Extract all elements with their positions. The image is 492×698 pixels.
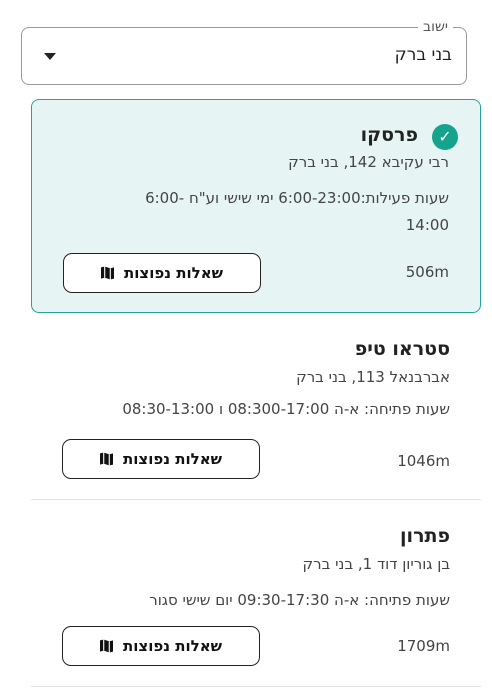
- store-hours: שעות פתיחה: א-ה 09:30-17:30 יום שישי סגו…: [149, 591, 450, 609]
- faq-button-label: שאלות נפוצות: [124, 264, 223, 282]
- divider: [31, 499, 481, 500]
- store-card[interactable]: פתרון בן גוריון דוד 1, בני ברק שעות פתיח…: [31, 517, 481, 687]
- store-name: פרסקו: [360, 124, 418, 146]
- map-icon: [100, 639, 113, 653]
- caret-down-icon[interactable]: [44, 53, 56, 60]
- city-select[interactable]: ישוב בני ברק: [21, 18, 467, 85]
- map-icon: [101, 266, 114, 280]
- store-address: בן גוריון דוד 1, בני ברק: [302, 555, 450, 573]
- faq-button[interactable]: שאלות נפוצות: [63, 253, 261, 293]
- store-address: אברבנאל 113, בני ברק: [296, 368, 450, 386]
- store-card[interactable]: סטראו טיפ אברבנאל 113, בני ברק שעות פתיח…: [31, 330, 481, 500]
- store-distance: 506m: [405, 263, 449, 281]
- city-select-label: ישוב: [418, 18, 453, 36]
- store-address: רבי עקיבא 142, בני ברק: [288, 153, 449, 171]
- faq-button-label: שאלות נפוצות: [123, 637, 222, 655]
- check-icon: ✓: [432, 124, 458, 150]
- city-select-value: בני ברק: [394, 45, 452, 65]
- store-hours: שעות פעילות:6:00-23:00 ימי שישי וע"ח -6:…: [145, 189, 449, 234]
- store-name: פתרון: [400, 525, 450, 547]
- store-card-selected[interactable]: ✓ פרסקו רבי עקיבא 142, בני ברק שעות פעיל…: [31, 99, 481, 313]
- store-name: סטראו טיפ: [354, 338, 450, 360]
- faq-button[interactable]: שאלות נפוצות: [62, 439, 260, 479]
- store-distance: 1709m: [397, 637, 450, 655]
- divider: [31, 686, 481, 687]
- store-distance: 1046m: [397, 452, 450, 470]
- store-hours: שעות פתיחה: א-ה 08:300-17:00 ו 08:30-13:…: [122, 400, 450, 418]
- faq-button[interactable]: שאלות נפוצות: [62, 626, 260, 666]
- faq-button-label: שאלות נפוצות: [123, 450, 222, 468]
- map-icon: [100, 452, 113, 466]
